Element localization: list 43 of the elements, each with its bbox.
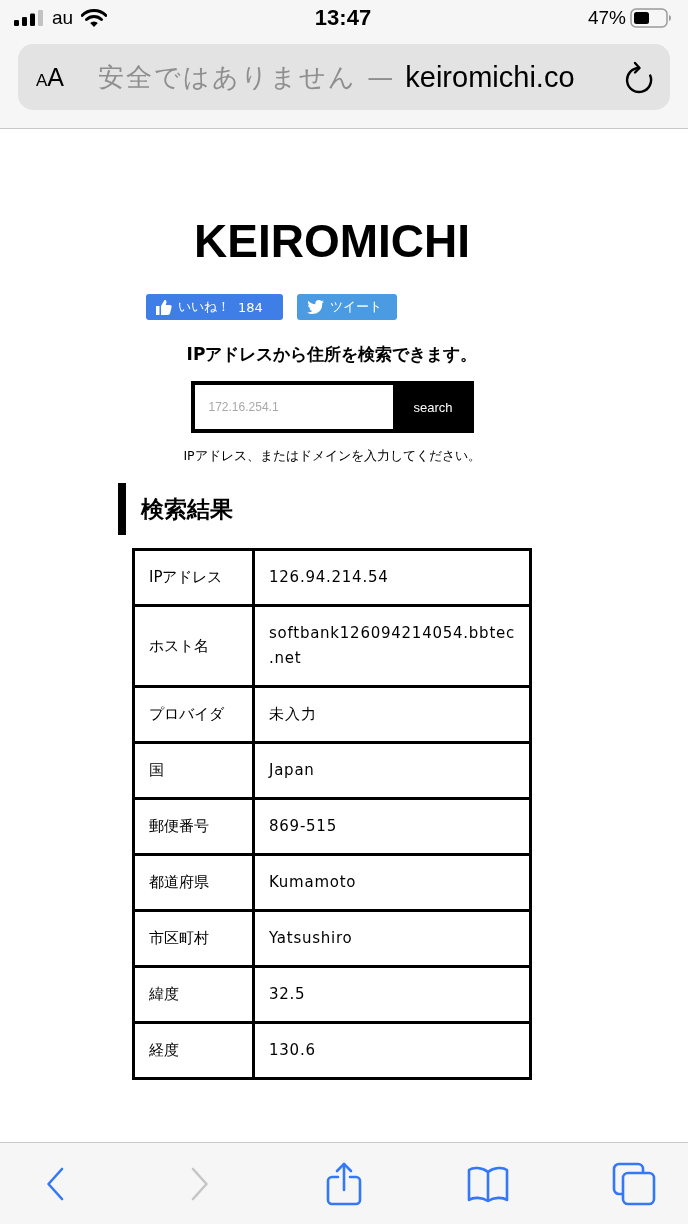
search-field[interactable]: 172.16.254.1 [190, 381, 393, 433]
input-hint: IPアドレス、またはドメインを入力してください。 [183, 447, 481, 465]
battery-percentage: 47% [587, 7, 626, 29]
thumbs-up-icon [156, 299, 172, 315]
label-cell: ホスト名 [133, 605, 254, 687]
clock: 13:47 [314, 5, 372, 31]
value-cell: 未入力 [253, 686, 531, 743]
like-count: 184 [238, 299, 263, 315]
value-cell: Japan [253, 742, 531, 799]
battery-icon [630, 8, 672, 28]
label-cell: 緯度 [133, 966, 254, 1023]
value-cell: 130.6 [253, 1022, 531, 1079]
value-cell: 869-515 [253, 798, 531, 855]
chevron-left-icon[interactable] [46, 1166, 64, 1201]
section-heading: 検索結果 [118, 483, 546, 535]
url-text: keiromichi.co [405, 60, 575, 94]
wifi-icon [81, 8, 108, 28]
search-button[interactable]: search [392, 381, 474, 433]
address-bar[interactable]: AA 安全ではありません — keiromichi.co [18, 44, 670, 110]
label-cell: 市区町村 [133, 910, 254, 967]
bird-icon [307, 300, 324, 314]
value-cell: 32.5 [253, 966, 531, 1023]
share-icon[interactable] [326, 1161, 362, 1206]
label-cell: IPアドレス [133, 549, 254, 606]
like-button[interactable]: いいね！ 184 [146, 294, 283, 320]
tabs-icon[interactable] [612, 1161, 656, 1206]
tagline: IPアドレスから住所を検索できます。 [186, 343, 478, 366]
security-warning: 安全ではありません — [98, 60, 396, 94]
value-cell: 126.94.214.54 [253, 549, 531, 606]
book-icon[interactable] [467, 1164, 509, 1203]
reload-icon[interactable] [624, 60, 654, 94]
value-cell: softbank126094214054.bbtec.net [253, 605, 531, 687]
label-cell: プロバイダ [133, 686, 254, 743]
value-cell: Yatsushiro [253, 910, 531, 967]
label-cell: 経度 [133, 1022, 254, 1079]
label-cell: 都道府県 [133, 854, 254, 911]
text-size-button[interactable]: AA [36, 62, 65, 92]
site-title: KEIROMICHI [194, 214, 470, 268]
label-cell: 郵便番号 [133, 798, 254, 855]
carrier-label: au [52, 7, 74, 29]
label-cell: 国 [133, 742, 254, 799]
signal-icon [14, 10, 44, 26]
value-cell: Kumamoto [253, 854, 531, 911]
